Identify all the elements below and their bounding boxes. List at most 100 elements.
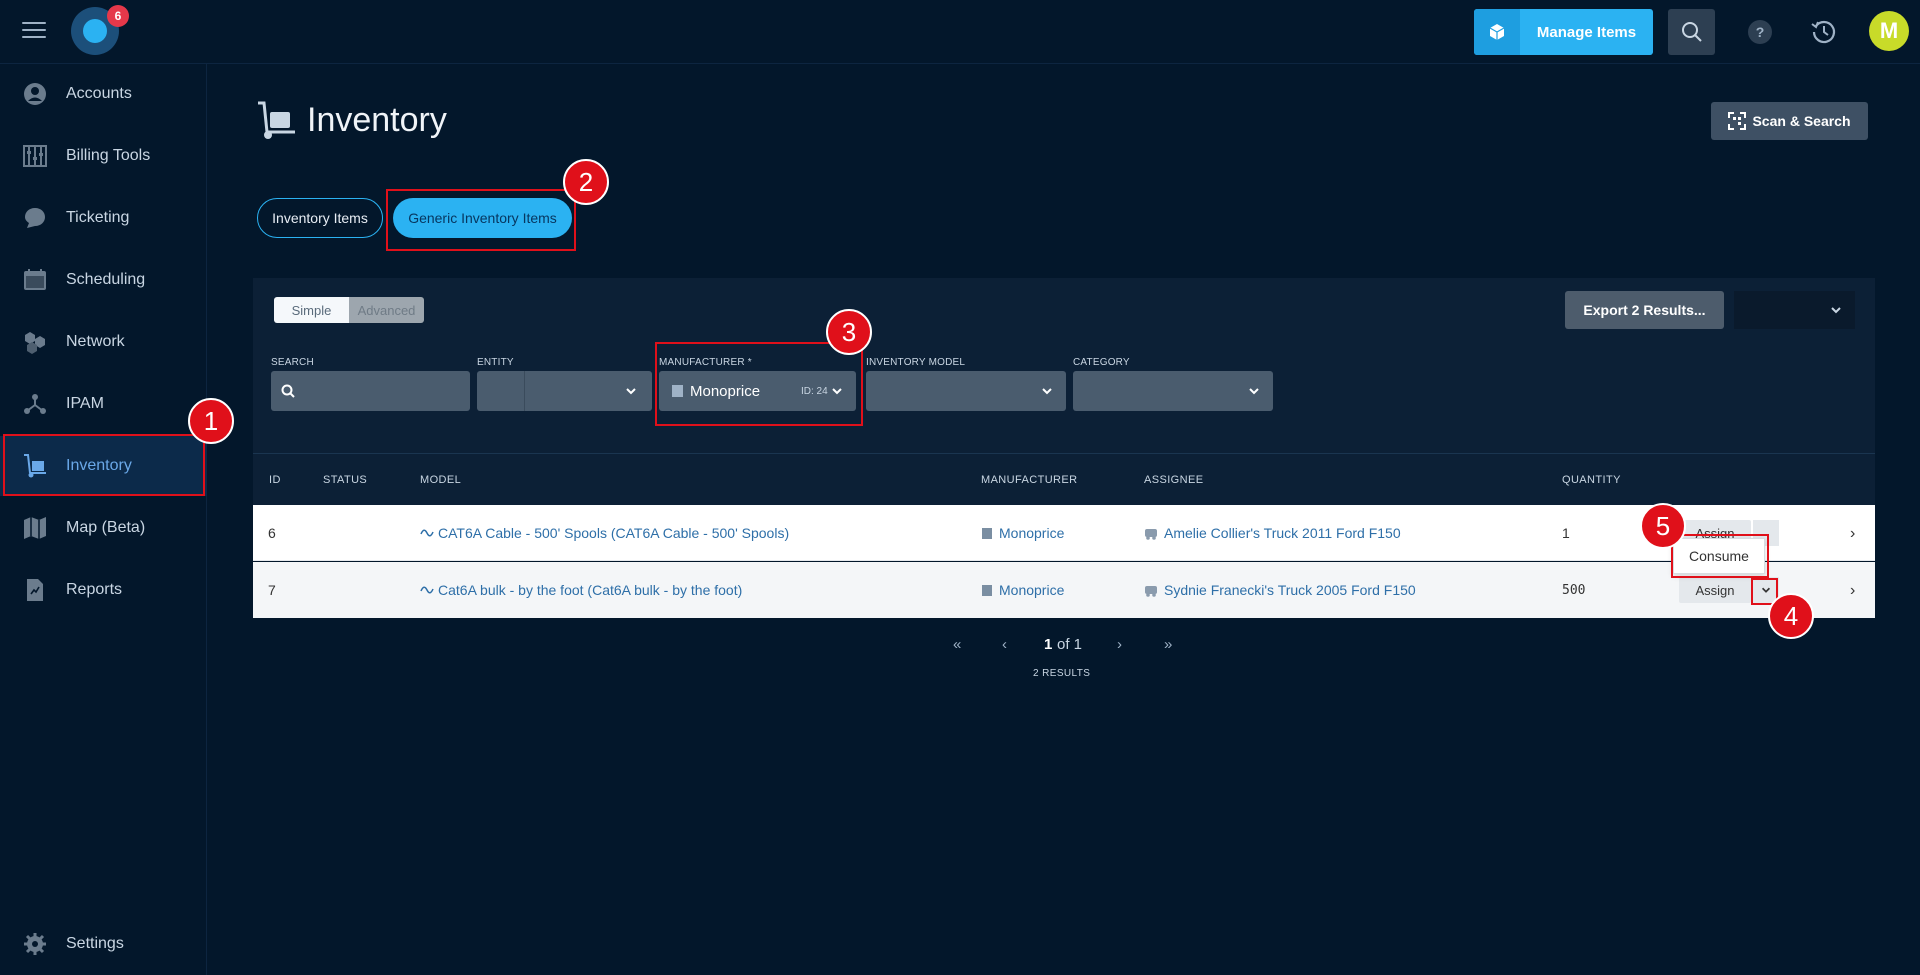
chevron-down-icon bbox=[1249, 388, 1259, 395]
cell-assignee[interactable]: Sydnie Franecki's Truck 2005 Ford F150 bbox=[1144, 562, 1416, 618]
cell-manufacturer[interactable]: Monoprice bbox=[981, 505, 1064, 561]
export-format-dropdown[interactable] bbox=[1734, 291, 1855, 329]
category-label: CATEGORY bbox=[1073, 357, 1130, 368]
chevron-right-icon[interactable]: › bbox=[1850, 582, 1855, 600]
sidebar-item-label: Billing Tools bbox=[66, 147, 151, 164]
cell-id: 7 bbox=[268, 582, 276, 598]
scan-search-button[interactable]: Scan & Search bbox=[1711, 102, 1868, 140]
next-page-button[interactable]: › bbox=[1117, 636, 1122, 653]
sidebar-item-label: Map (Beta) bbox=[66, 519, 146, 536]
sidebar-item-ipam[interactable]: IPAM bbox=[0, 374, 207, 434]
category-select[interactable] bbox=[1073, 371, 1273, 411]
cell-quantity: 500 bbox=[1562, 582, 1586, 598]
page-title: Inventory bbox=[255, 100, 447, 140]
sidebar-item-reports[interactable]: Reports bbox=[0, 560, 207, 620]
search-mode-toggle: Simple Advanced bbox=[274, 297, 424, 323]
help-icon[interactable]: ? bbox=[1748, 20, 1772, 44]
sidebar-item-label: Scheduling bbox=[66, 271, 146, 288]
global-search-button[interactable] bbox=[1668, 9, 1715, 55]
sidebar-item-map-beta[interactable]: Map (Beta) bbox=[0, 498, 207, 558]
current-page: 1 bbox=[1044, 636, 1053, 653]
inventory-model-select[interactable] bbox=[866, 371, 1066, 411]
assignee-name: Sydnie Franecki's Truck 2005 Ford F150 bbox=[1164, 582, 1416, 598]
qr-scan-icon bbox=[1728, 112, 1747, 130]
menu-icon[interactable] bbox=[22, 22, 46, 42]
last-page-button[interactable]: » bbox=[1164, 636, 1172, 653]
map-icon bbox=[22, 515, 48, 541]
sidebar-item-label: Reports bbox=[66, 581, 123, 598]
hand-truck-icon bbox=[255, 100, 297, 140]
wave-icon bbox=[420, 529, 434, 537]
sidebar-item-settings[interactable]: Settings bbox=[0, 914, 207, 974]
mode-simple-button[interactable]: Simple bbox=[274, 297, 349, 323]
hexagons-icon bbox=[22, 329, 48, 355]
column-header-model[interactable]: MODEL bbox=[420, 474, 461, 486]
cell-id: 6 bbox=[268, 525, 276, 541]
user-avatar[interactable]: M bbox=[1869, 11, 1909, 51]
chevron-down-icon bbox=[626, 388, 636, 395]
assign-button[interactable]: Assign bbox=[1679, 577, 1751, 603]
manage-items-button[interactable]: Manage Items bbox=[1474, 9, 1653, 55]
sidebar-item-scheduling[interactable]: Scheduling bbox=[0, 250, 207, 310]
sidebar-item-ticketing[interactable]: Ticketing bbox=[0, 188, 207, 248]
sidebar-item-label: Network bbox=[66, 333, 125, 350]
page-title-text: Inventory bbox=[307, 100, 447, 139]
inventory-model-label: INVENTORY MODEL bbox=[866, 357, 966, 368]
column-header-quantity[interactable]: QUANTITY bbox=[1562, 474, 1621, 486]
search-input[interactable] bbox=[271, 371, 470, 411]
gear-icon bbox=[22, 931, 48, 957]
cell-model[interactable]: Cat6A bulk - by the foot (Cat6A bulk - b… bbox=[420, 562, 742, 618]
export-results-button[interactable]: Export 2 Results... bbox=[1565, 291, 1724, 329]
assignee-name: Amelie Collier's Truck 2011 Ford F150 bbox=[1164, 525, 1401, 541]
annotation-box-generic-tab bbox=[386, 189, 576, 251]
column-header-assignee[interactable]: ASSIGNEE bbox=[1144, 474, 1203, 486]
sidebar-item-billing-tools[interactable]: Billing Tools bbox=[0, 126, 207, 186]
annotation-marker: 4 bbox=[1768, 593, 1814, 639]
table-header: ID STATUS MODEL MANUFACTURER ASSIGNEE QU… bbox=[253, 453, 1875, 505]
sidebar: Accounts Billing Tools Ticketing Schedul… bbox=[0, 64, 207, 975]
cell-quantity: 1 bbox=[1562, 525, 1570, 541]
sidebar-item-accounts[interactable]: Accounts bbox=[0, 64, 207, 124]
model-name: Cat6A bulk - by the foot (Cat6A bulk - b… bbox=[438, 582, 743, 598]
filter-panel: Simple Advanced Export 2 Results... SEAR… bbox=[253, 278, 1875, 453]
mode-advanced-button[interactable]: Advanced bbox=[349, 297, 424, 323]
building-icon bbox=[982, 584, 992, 596]
prev-page-button[interactable]: ‹ bbox=[1002, 636, 1007, 653]
chevron-down-icon bbox=[1042, 388, 1052, 395]
column-header-status[interactable]: STATUS bbox=[323, 474, 367, 486]
calendar-icon bbox=[22, 267, 48, 293]
top-bar: 6 Manage Items ? M bbox=[0, 0, 1920, 64]
person-circle-icon bbox=[22, 81, 48, 107]
notification-badge: 6 bbox=[107, 5, 129, 27]
annotation-box-inventory-nav bbox=[3, 434, 205, 496]
annotation-box-manufacturer bbox=[655, 342, 863, 426]
sidebar-item-network[interactable]: Network bbox=[0, 312, 207, 372]
manufacturer-name: Monoprice bbox=[999, 525, 1065, 541]
history-icon[interactable] bbox=[1810, 18, 1838, 46]
wave-icon bbox=[420, 586, 434, 594]
truck-icon bbox=[1145, 585, 1157, 597]
chevron-right-icon[interactable]: › bbox=[1850, 525, 1855, 543]
sidebar-item-label: IPAM bbox=[66, 395, 104, 412]
tab-inventory-items[interactable]: Inventory Items bbox=[257, 198, 383, 238]
first-page-button[interactable]: « bbox=[953, 636, 961, 653]
annotation-marker: 3 bbox=[826, 309, 872, 355]
manufacturer-name: Monoprice bbox=[999, 582, 1065, 598]
table-row[interactable]: 7 Cat6A bulk - by the foot (Cat6A bulk -… bbox=[253, 562, 1875, 618]
annotation-marker: 1 bbox=[188, 398, 234, 444]
sidebar-item-label: Ticketing bbox=[66, 209, 130, 226]
annotation-box-consume bbox=[1671, 534, 1769, 578]
entity-select[interactable] bbox=[477, 371, 652, 411]
abacus-icon bbox=[22, 143, 48, 169]
entity-label: ENTITY bbox=[477, 357, 514, 368]
chat-bubble-icon bbox=[22, 205, 48, 231]
column-header-id[interactable]: ID bbox=[269, 474, 281, 486]
results-count: 2 RESULTS bbox=[1033, 668, 1091, 679]
column-header-manufacturer[interactable]: MANUFACTURER bbox=[981, 474, 1077, 486]
cell-manufacturer[interactable]: Monoprice bbox=[981, 562, 1064, 618]
table-row[interactable]: 6 CAT6A Cable - 500' Spools (CAT6A Cable… bbox=[253, 505, 1875, 561]
truck-icon bbox=[1145, 528, 1157, 540]
building-icon bbox=[982, 527, 992, 539]
cell-model[interactable]: CAT6A Cable - 500' Spools (CAT6A Cable -… bbox=[420, 505, 789, 561]
cell-assignee[interactable]: Amelie Collier's Truck 2011 Ford F150 bbox=[1144, 505, 1401, 561]
